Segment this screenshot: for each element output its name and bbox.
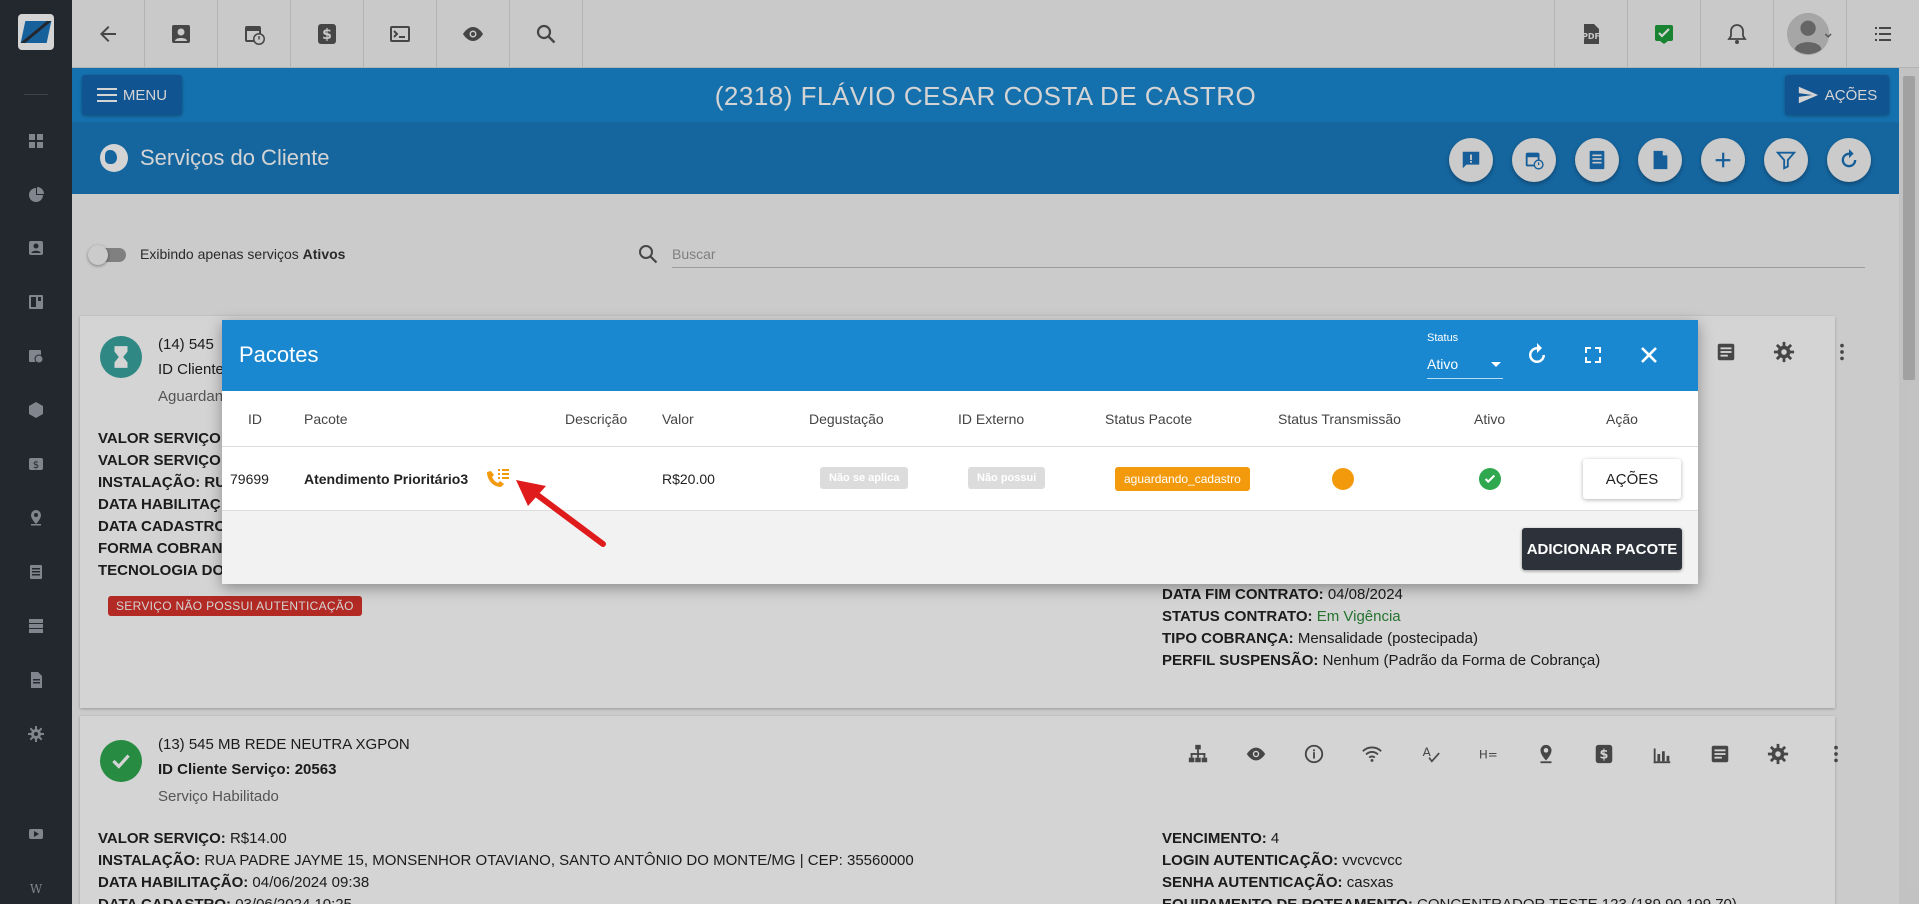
annotation-arrow: [516, 480, 606, 547]
column-header: Valor: [662, 411, 694, 427]
column-header: Pacote: [304, 411, 348, 427]
fullscreen-icon[interactable]: [1578, 340, 1608, 370]
status-select[interactable]: Status Ativo: [1427, 330, 1503, 380]
column-header: ID Externo: [958, 411, 1025, 427]
transmission-status-dot: [1332, 468, 1354, 490]
column-header: Degustação: [809, 411, 884, 427]
status-select-value: Ativo: [1427, 356, 1459, 372]
column-header: Descrição: [565, 411, 628, 427]
phone-list-icon[interactable]: [484, 467, 510, 491]
modal-header: Pacotes Status Ativo: [222, 320, 1698, 391]
status-select-label: Status: [1427, 332, 1459, 344]
column-header: Ativo: [1474, 411, 1506, 427]
table-row: 79699 Atendimento Prioritário3 R$20.00 N…: [222, 447, 1698, 511]
external-id-badge: Não possui: [968, 467, 1046, 489]
row-actions-button[interactable]: AÇÕES: [1583, 459, 1681, 499]
package-status-badge: aguardando_cadastro: [1115, 467, 1250, 491]
column-header: Status Transmissão: [1278, 411, 1401, 427]
close-icon[interactable]: [1634, 340, 1664, 370]
chevron-down-icon: [1491, 362, 1501, 367]
column-header: Ação: [1606, 411, 1638, 427]
refresh-icon[interactable]: [1522, 340, 1552, 370]
package-name: Atendimento Prioritário3: [304, 471, 469, 487]
modal-title: Pacotes: [239, 342, 319, 367]
column-header: Status Pacote: [1105, 411, 1193, 427]
active-check-icon: [1479, 468, 1501, 490]
pacotes-modal: Pacotes Status Ativo ID Pacote Descrição…: [222, 320, 1698, 584]
degustacao-badge: Não se aplica: [820, 467, 909, 489]
add-package-button[interactable]: ADICIONAR PACOTE: [1522, 528, 1682, 570]
package-value: R$20.00: [662, 471, 715, 487]
table-header: ID Pacote Descrição Valor Degustação ID …: [222, 391, 1698, 447]
column-header: ID: [248, 411, 262, 427]
package-id: 79699: [230, 471, 269, 487]
